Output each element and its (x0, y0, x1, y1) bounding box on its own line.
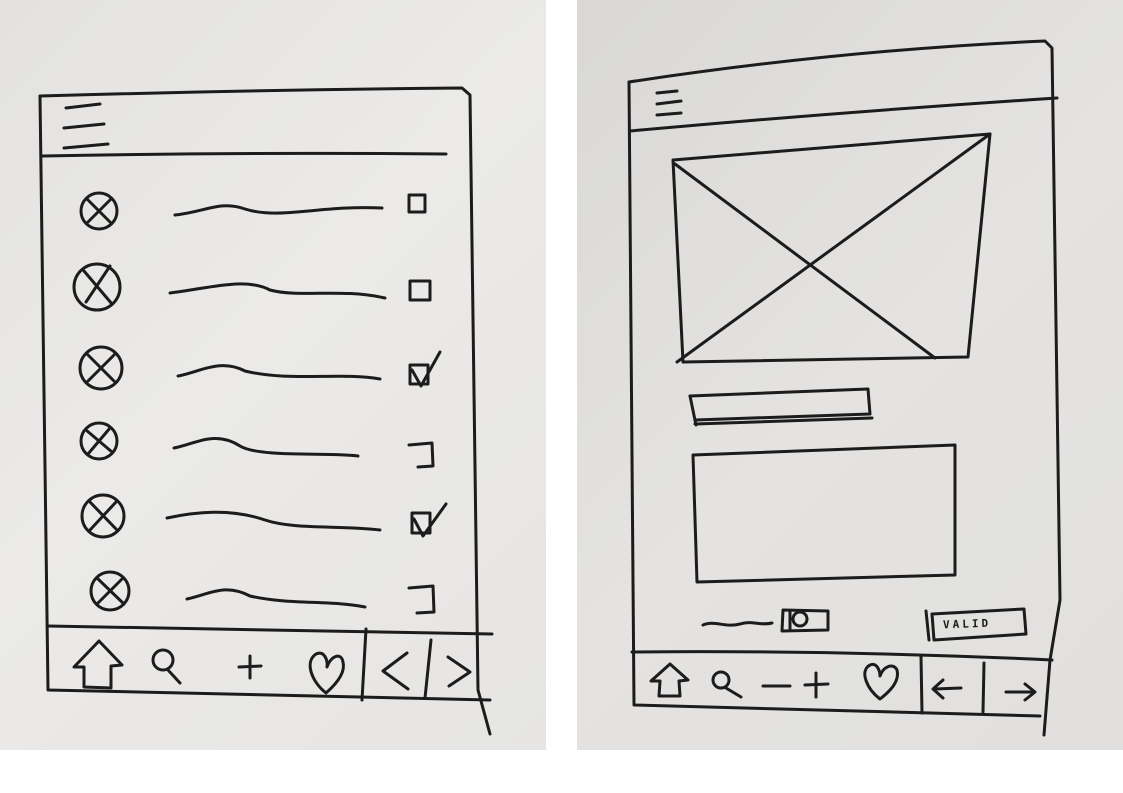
image-placeholder-icon (671, 132, 992, 364)
hamburger-menu-icon[interactable] (655, 89, 683, 117)
arrow-left-icon[interactable] (931, 678, 963, 700)
image-placeholder-icon (80, 493, 126, 539)
camera-icon[interactable] (780, 608, 830, 633)
valid-button-label[interactable]: VALID (943, 616, 1023, 632)
caption-squiggle (701, 621, 774, 627)
image-placeholder-icon (89, 570, 131, 612)
list-item[interactable] (78, 345, 442, 391)
bottom-nav-separator (919, 654, 924, 715)
list-item-text (165, 510, 382, 532)
checkbox (407, 584, 436, 615)
bottom-nav-separator (360, 627, 368, 702)
image-placeholder-icon (79, 421, 119, 461)
checkbox (408, 279, 432, 302)
image-placeholder-icon (79, 191, 119, 231)
chevron-right-icon[interactable] (446, 655, 472, 688)
description-field[interactable] (691, 443, 957, 584)
checkbox (407, 441, 435, 469)
list-item-text (172, 437, 360, 458)
plus-icon[interactable] (803, 671, 830, 699)
home-icon[interactable] (649, 662, 690, 698)
list-item[interactable] (80, 493, 448, 539)
heart-icon[interactable] (863, 662, 899, 701)
header-divider (628, 96, 1059, 133)
checkbox-checked[interactable] (410, 502, 448, 538)
arrow-right-icon[interactable] (1004, 682, 1037, 702)
sketch-list-screen (0, 0, 546, 750)
detail-screen-drawing (627, 39, 1062, 737)
search-icon[interactable] (711, 670, 743, 699)
list-item[interactable] (79, 191, 427, 231)
list-item-text (185, 588, 367, 609)
list-item[interactable] (89, 570, 436, 615)
home-icon[interactable] (72, 639, 124, 690)
bottom-nav-divider (630, 650, 1054, 662)
hamburger-menu-icon[interactable] (62, 102, 110, 150)
header-divider (41, 151, 448, 158)
list-item[interactable] (72, 262, 432, 312)
chevron-left-icon[interactable] (381, 651, 410, 691)
plus-icon[interactable] (237, 654, 263, 680)
phone-frame (38, 86, 492, 736)
list-item-text (176, 364, 382, 381)
image-placeholder-icon (72, 262, 122, 312)
image-placeholder-icon (78, 345, 124, 391)
bottom-nav-divider (46, 624, 494, 636)
checkbox-checked[interactable] (408, 350, 442, 388)
title-field[interactable] (688, 387, 874, 427)
search-icon[interactable] (151, 648, 182, 685)
list-item[interactable] (79, 421, 435, 469)
list-item-text (168, 282, 387, 300)
checkbox (407, 193, 427, 214)
heart-icon[interactable] (308, 651, 345, 695)
list-item-text (173, 204, 384, 217)
list-screen-drawing (38, 86, 494, 736)
sketch-detail-screen (577, 0, 1123, 750)
